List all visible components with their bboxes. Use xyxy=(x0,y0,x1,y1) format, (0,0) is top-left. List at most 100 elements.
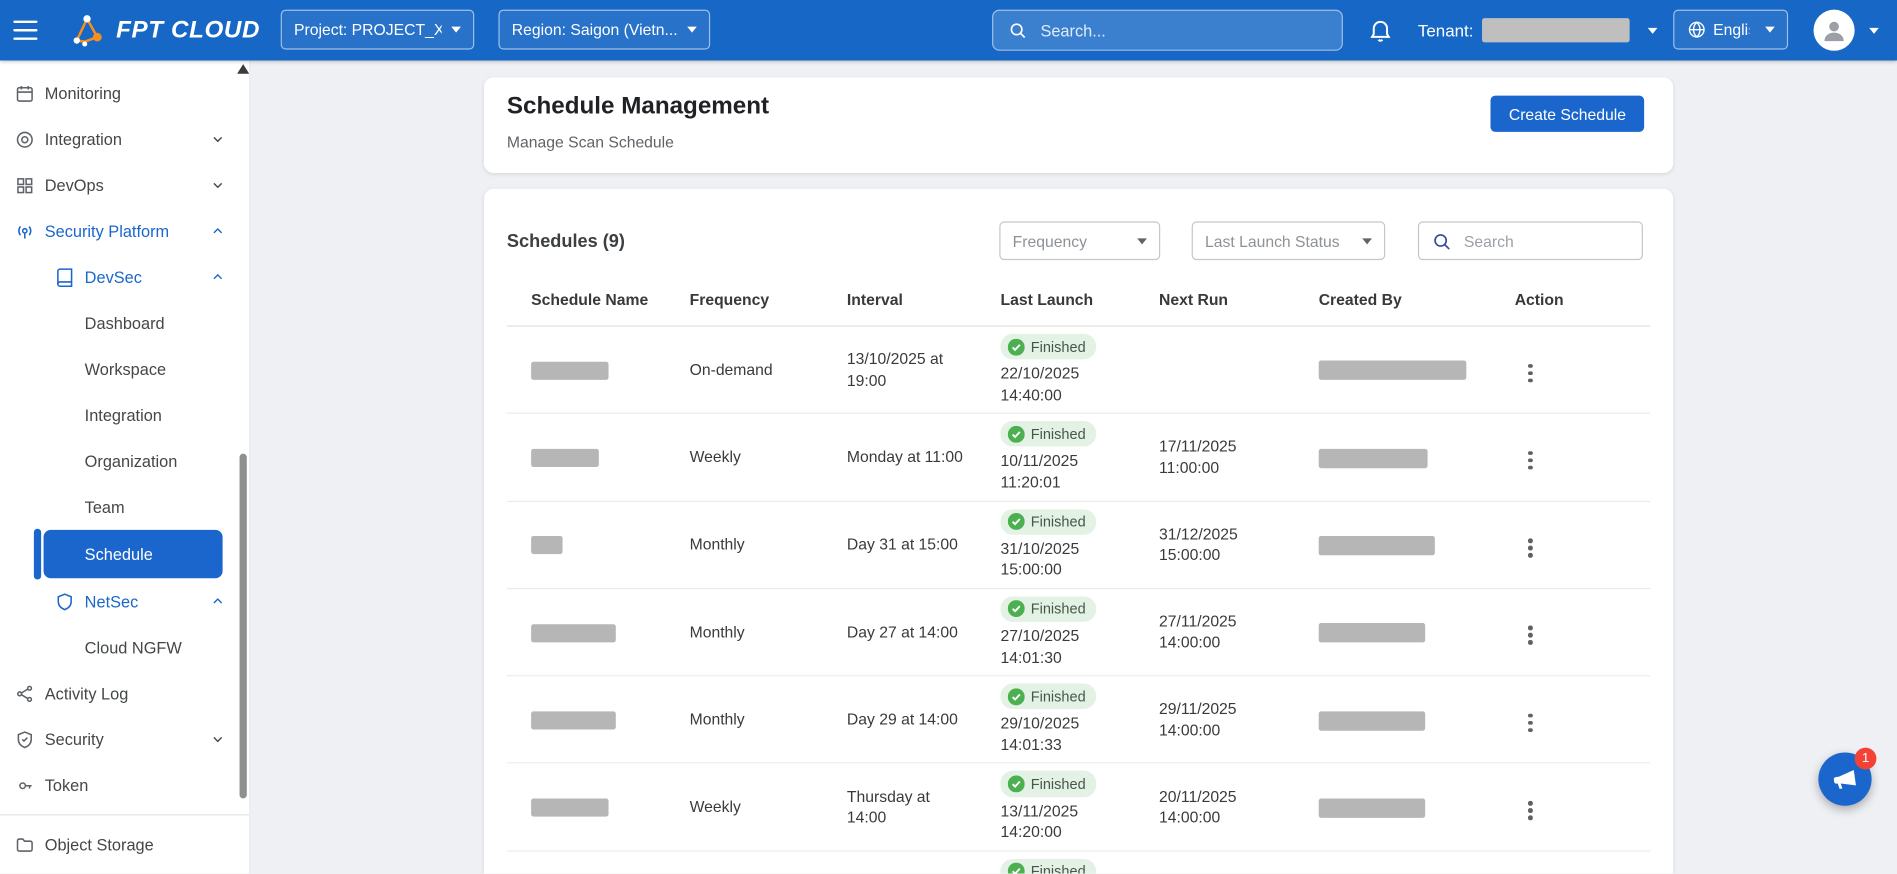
sidebar-item-cloud-ngfw[interactable]: Cloud NGFW xyxy=(0,624,249,670)
main-content: Schedule Management Manage Scan Schedule… xyxy=(250,60,1897,873)
created-by-cell xyxy=(1295,621,1491,642)
announcements-fab[interactable]: 1 xyxy=(1818,753,1871,806)
interval-text: Monday at 11:00 xyxy=(847,447,963,468)
status-badge: Finished xyxy=(1001,334,1097,360)
next-run-cell: 17/11/2025 11:00:00 xyxy=(1135,436,1295,478)
chevron-down-icon xyxy=(1765,27,1775,33)
scrollbar-thumb[interactable] xyxy=(240,454,247,799)
sidebar-scrollbar xyxy=(237,60,249,873)
next-run-cell: 29/11/2025 14:00:00 xyxy=(1135,698,1295,740)
menu-icon[interactable] xyxy=(13,21,37,40)
last-launch-time: 29/10/2025 14:01:33 xyxy=(1001,713,1116,755)
interval-cell: Day 31 at 15:00 xyxy=(823,534,968,555)
status-badge-label: Finished xyxy=(1031,687,1086,707)
sidebar-item-monitoring[interactable]: Monitoring xyxy=(0,70,249,116)
next-run-cell: 27/11/2025 14:00:00 xyxy=(1135,611,1295,653)
sidebar-item-team[interactable]: Team xyxy=(0,484,249,530)
interval-text: Day 27 at 14:00 xyxy=(847,621,958,642)
created-by-cell xyxy=(1295,447,1491,468)
table-body: On-demand 13/10/2025 at 19:00 xyxy=(507,327,1650,874)
project-selector[interactable]: Project: PROJECT_XPL... xyxy=(281,10,475,50)
user-menu[interactable] xyxy=(1814,10,1879,51)
table-row: Weekly Monday at 11:00 F xyxy=(507,414,1650,501)
last-launch-cell: Finished 27/10/2025 14:01:30 xyxy=(976,589,1134,675)
action-cell xyxy=(1490,615,1650,650)
sidebar-item-activity-log[interactable]: Activity Log xyxy=(0,670,249,716)
status-badge-label: Finished xyxy=(1031,424,1086,444)
page-header-card: Schedule Management Manage Scan Schedule… xyxy=(484,77,1673,173)
column-header: Last Launch xyxy=(976,290,1134,308)
sidebar-item-label: Security xyxy=(45,730,104,748)
fpt-cloud-logo[interactable]: FPT CLOUD xyxy=(65,8,260,52)
redacted-schedule-name xyxy=(531,537,562,555)
more-actions-button[interactable] xyxy=(1523,796,1537,824)
tenant-selector[interactable]: Tenant: xyxy=(1418,0,1657,60)
schedules-card: Schedules (9) Frequency Last Launch Stat… xyxy=(484,189,1673,874)
sidebar-item-label: Token xyxy=(45,776,89,794)
sidebar-item-object-storage[interactable]: Object Storage xyxy=(0,821,249,867)
schedule-name-cell xyxy=(507,621,665,642)
frequency-filter[interactable]: Frequency xyxy=(999,221,1160,260)
avatar xyxy=(1814,10,1855,51)
redacted-created-by xyxy=(1319,361,1467,380)
sidebar-item-workspace[interactable]: Workspace xyxy=(0,346,249,392)
sidebar-item-label: DevSec xyxy=(85,268,142,286)
sidebar-item-label: Organization xyxy=(85,452,178,470)
column-header: Interval xyxy=(823,290,977,308)
sidebar-item-dashboard[interactable]: Dashboard xyxy=(0,300,249,346)
check-icon xyxy=(1008,601,1025,618)
action-cell xyxy=(1490,789,1650,824)
table-search-input[interactable] xyxy=(1461,230,1629,251)
sidebar-item-devsec[interactable]: DevSec xyxy=(0,254,249,300)
notifications-bell-icon[interactable] xyxy=(1367,17,1394,44)
more-actions-button[interactable] xyxy=(1523,446,1537,474)
global-search-input[interactable] xyxy=(1038,20,1327,41)
created-by-cell xyxy=(1295,359,1491,380)
sidebar-item-integration[interactable]: Integration xyxy=(0,116,249,162)
create-schedule-button[interactable]: Create Schedule xyxy=(1491,96,1644,132)
last-launch-time: 10/11/2025 11:20:01 xyxy=(1001,451,1116,493)
action-cell xyxy=(1490,352,1650,387)
status-badge: Finished xyxy=(1001,859,1097,874)
scrollbar-up-arrow-icon[interactable] xyxy=(237,64,249,74)
monitoring-icon xyxy=(15,83,36,104)
more-actions-button[interactable] xyxy=(1523,621,1537,649)
chevron-down-icon xyxy=(451,27,461,33)
schedule-name-cell xyxy=(507,534,665,555)
column-header: Action xyxy=(1490,290,1650,308)
sidebar-item-netsec[interactable]: NetSec xyxy=(0,578,249,624)
redacted-schedule-name xyxy=(531,449,599,467)
frequency-cell: Monthly xyxy=(665,621,822,642)
sidebar-item-devops[interactable]: DevOps xyxy=(0,162,249,208)
region-selector[interactable]: Region: Saigon (Vietn... xyxy=(498,10,710,50)
sidebar-item-organization[interactable]: Organization xyxy=(0,438,249,484)
more-actions-button[interactable] xyxy=(1523,359,1537,387)
status-badge-label: Finished xyxy=(1031,599,1086,619)
sidebar-item-security[interactable]: Security xyxy=(0,716,249,762)
search-icon xyxy=(1431,230,1452,251)
page-title: Schedule Management xyxy=(507,93,769,121)
more-actions-button[interactable] xyxy=(1523,534,1537,562)
status-badge-label: Finished xyxy=(1031,512,1086,532)
language-selector[interactable]: English xyxy=(1673,10,1788,50)
logo-text: FPT CLOUD xyxy=(116,16,260,44)
chevron-down-icon xyxy=(209,131,226,148)
sidebar-item-label: NetSec xyxy=(85,592,139,610)
chevron-down-icon xyxy=(1869,27,1879,33)
redacted-created-by xyxy=(1319,623,1425,642)
last-launch-status-filter[interactable]: Last Launch Status xyxy=(1192,221,1386,260)
sidebar-divider xyxy=(0,814,249,815)
chevron-down-icon xyxy=(209,731,226,748)
sidebar-item-security-platform[interactable]: Security Platform xyxy=(0,208,249,254)
last-launch-cell: Finished 31/10/2025 15:00:00 xyxy=(976,502,1134,588)
more-actions-button[interactable] xyxy=(1523,709,1537,737)
chevron-down-icon xyxy=(687,27,697,33)
sidebar-item-integration-sub[interactable]: Integration xyxy=(0,392,249,438)
frequency-cell: Monthly xyxy=(665,709,822,730)
frequency-cell: Weekly xyxy=(665,796,822,817)
sidebar-item-token[interactable]: Token xyxy=(0,762,249,808)
status-badge: Finished xyxy=(1001,421,1097,447)
sidebar-item-schedule[interactable]: Schedule xyxy=(44,530,223,578)
table-row: Weekly Thursday at 14:00 xyxy=(507,764,1650,851)
notification-badge: 1 xyxy=(1855,748,1877,770)
